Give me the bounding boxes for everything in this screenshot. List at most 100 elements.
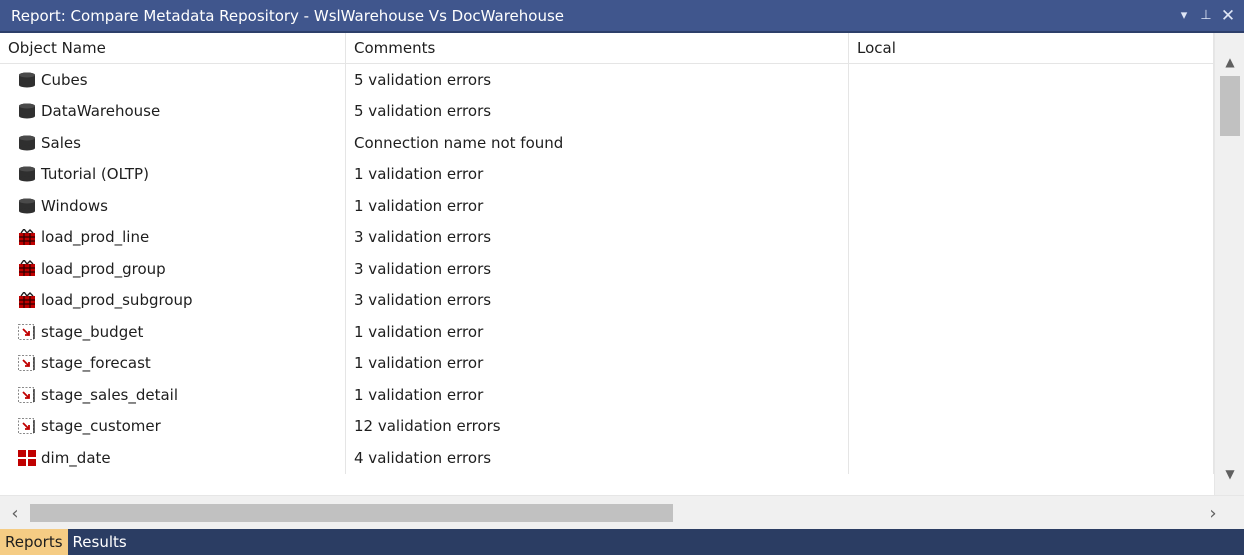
local-cell[interactable] [849,190,1214,222]
window-menu-icon[interactable]: ▾ [1176,7,1192,25]
table-row[interactable]: dim_date 4 validation errors [0,442,1214,474]
tab-results[interactable]: Results [68,529,132,555]
horizontal-scrollbar[interactable]: ‹ › [0,495,1244,529]
comment-cell[interactable]: 5 validation errors [346,95,849,127]
horizontal-scroll-thumb[interactable] [30,504,673,522]
comment-cell[interactable]: Connection name not found [346,127,849,159]
object-name: load_prod_line [41,228,150,247]
object-name-cell[interactable]: load_prod_group [0,253,346,285]
column-header-local[interactable]: Local [849,33,1214,63]
local-cell[interactable] [849,316,1214,348]
database-icon [17,165,37,183]
object-name: Tutorial (OLTP) [41,165,149,184]
comment-cell[interactable]: 1 validation error [346,158,849,190]
object-name-cell[interactable]: stage_customer [0,410,346,442]
table-row[interactable]: DataWarehouse 5 validation errors [0,95,1214,127]
database-icon [17,134,37,152]
report-title: Report: Compare Metadata Repository - Ws… [11,6,564,25]
table-row[interactable]: load_prod_subgroup 3 validation errors [0,284,1214,316]
object-name: stage_customer [41,417,161,436]
column-header-comments[interactable]: Comments [346,33,849,63]
object-name-cell[interactable]: Cubes [0,64,346,96]
object-name-cell[interactable]: Sales [0,127,346,159]
object-name: dim_date [41,448,111,467]
table-row[interactable]: load_prod_line 3 validation errors [0,221,1214,253]
comment-cell[interactable]: 12 validation errors [346,410,849,442]
object-name: Windows [41,196,108,215]
table-row[interactable]: load_prod_group 3 validation errors [0,253,1214,285]
object-name: load_prod_group [41,259,166,278]
local-cell[interactable] [849,95,1214,127]
object-name-cell[interactable]: load_prod_subgroup [0,284,346,316]
local-cell[interactable] [849,64,1214,96]
report-title-bar: Report: Compare Metadata Repository - Ws… [0,0,1244,33]
bottom-tab-bar: Reports Results [0,529,1244,555]
comment-cell[interactable]: 3 validation errors [346,284,849,316]
table-row[interactable]: Sales Connection name not found [0,127,1214,159]
comment-cell[interactable]: 1 validation error [346,379,849,411]
local-cell[interactable] [849,410,1214,442]
stage-table-icon [17,386,37,404]
comment-cell[interactable]: 1 validation error [346,347,849,379]
object-name-cell[interactable]: dim_date [0,442,346,474]
comment-cell[interactable]: 3 validation errors [346,253,849,285]
local-cell[interactable] [849,253,1214,285]
results-grid: Object Name Comments Local Cubes 5 valida… [0,33,1214,495]
object-name: load_prod_subgroup [41,291,193,310]
scroll-up-arrow-icon[interactable]: ▲ [1215,47,1244,77]
table-row[interactable]: stage_budget 1 validation error [0,316,1214,348]
grid-header: Object Name Comments Local [0,33,1214,64]
database-icon [17,102,37,120]
object-name: stage_budget [41,322,144,341]
object-name: DataWarehouse [41,102,161,121]
dimension-table-icon [17,449,37,467]
table-row[interactable]: stage_customer 12 validation errors [0,410,1214,442]
object-name: stage_forecast [41,354,151,373]
pin-icon[interactable]: ⊥ [1198,7,1214,25]
table-row[interactable]: Tutorial (OLTP) 1 validation error [0,158,1214,190]
load-table-icon [17,291,37,309]
object-name-cell[interactable]: Tutorial (OLTP) [0,158,346,190]
comment-cell[interactable]: 5 validation errors [346,64,849,96]
object-name-cell[interactable]: DataWarehouse [0,95,346,127]
object-name-cell[interactable]: load_prod_line [0,221,346,253]
object-name: Cubes [41,70,88,89]
load-table-icon [17,260,37,278]
object-name: stage_sales_detail [41,385,179,404]
grid-body: Cubes 5 validation errors DataWarehouse 5 v… [0,64,1214,474]
object-name-cell[interactable]: stage_budget [0,316,346,348]
local-cell[interactable] [849,158,1214,190]
scroll-right-arrow-icon[interactable]: › [1198,496,1228,530]
local-cell[interactable] [849,284,1214,316]
object-name-cell[interactable]: Windows [0,190,346,222]
database-icon [17,71,37,89]
stage-table-icon [17,417,37,435]
load-table-icon [17,228,37,246]
vertical-scrollbar[interactable]: ▲ ▼ [1214,33,1244,495]
vertical-scroll-thumb[interactable] [1220,76,1240,136]
object-name-cell[interactable]: stage_forecast [0,347,346,379]
table-row[interactable]: stage_sales_detail 1 validation error [0,379,1214,411]
object-name: Sales [41,133,81,152]
object-name-cell[interactable]: stage_sales_detail [0,379,346,411]
scroll-left-arrow-icon[interactable]: ‹ [0,496,30,530]
database-icon [17,197,37,215]
stage-table-icon [17,354,37,372]
local-cell[interactable] [849,347,1214,379]
local-cell[interactable] [849,379,1214,411]
tab-reports[interactable]: Reports [0,529,68,555]
comment-cell[interactable]: 3 validation errors [346,221,849,253]
local-cell[interactable] [849,127,1214,159]
close-icon[interactable]: ✕ [1220,6,1236,26]
comment-cell[interactable]: 1 validation error [346,316,849,348]
stage-table-icon [17,323,37,341]
comment-cell[interactable]: 4 validation errors [346,442,849,474]
table-row[interactable]: stage_forecast 1 validation error [0,347,1214,379]
local-cell[interactable] [849,442,1214,474]
table-row[interactable]: Windows 1 validation error [0,190,1214,222]
column-header-object-name[interactable]: Object Name [0,33,346,63]
scroll-down-arrow-icon[interactable]: ▼ [1215,459,1244,489]
table-row[interactable]: Cubes 5 validation errors [0,64,1214,96]
local-cell[interactable] [849,221,1214,253]
comment-cell[interactable]: 1 validation error [346,190,849,222]
